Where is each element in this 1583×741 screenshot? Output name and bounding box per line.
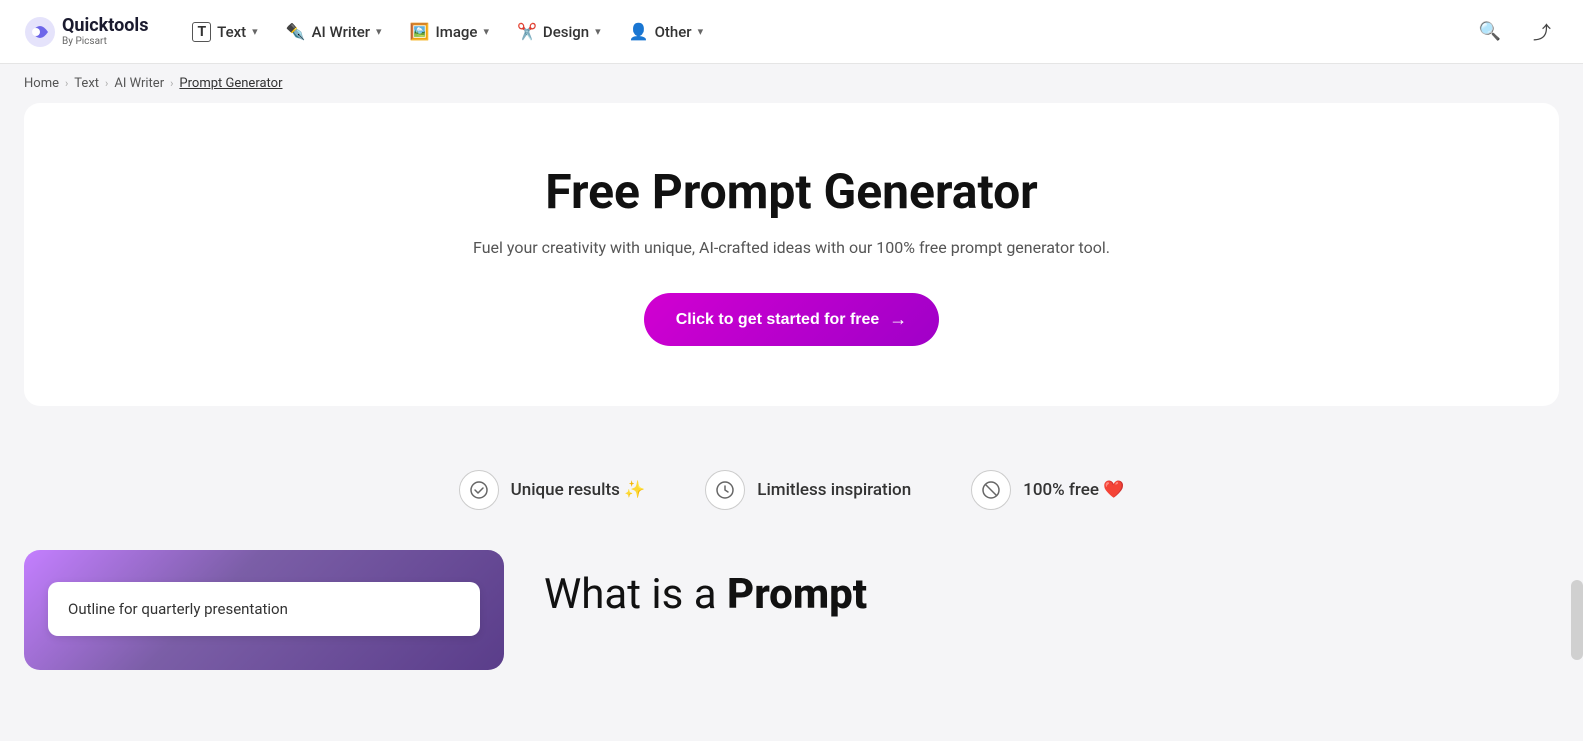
feature-unique-results: Unique results ✨ xyxy=(459,470,646,510)
image-chevron-icon: ▾ xyxy=(483,25,489,38)
what-is-title: What is a Prompt xyxy=(544,570,1559,620)
nav-right: 🔍 ⤴ xyxy=(1471,11,1559,53)
breadcrumb-ai-writer[interactable]: AI Writer xyxy=(114,76,164,91)
search-button[interactable]: 🔍 xyxy=(1471,13,1509,50)
what-is-plain: What is a xyxy=(544,570,727,619)
limitless-inspiration-label: Limitless inspiration xyxy=(757,480,911,500)
nav-item-design[interactable]: ✂️ Design ▾ xyxy=(505,14,613,49)
nav-other-label: Other xyxy=(655,23,692,41)
cta-button[interactable]: Click to get started for free → xyxy=(644,293,940,346)
breadcrumb-prompt-generator: Prompt Generator xyxy=(179,76,282,91)
what-is-bold: Prompt xyxy=(727,570,867,619)
nav-item-image[interactable]: 🖼️ Image ▾ xyxy=(398,14,501,49)
unique-results-icon xyxy=(459,470,499,510)
design-icon: ✂️ xyxy=(517,22,537,41)
free-label: 100% free ❤️ xyxy=(1023,480,1124,500)
hero-title: Free Prompt Generator xyxy=(64,163,1519,220)
logo-icon xyxy=(24,16,56,48)
text-icon: T xyxy=(192,22,211,42)
cta-label: Click to get started for free xyxy=(676,311,880,329)
nav-ai-writer-label: AI Writer xyxy=(312,23,370,41)
ai-writer-icon: ✒️ xyxy=(286,22,306,41)
other-chevron-icon: ▾ xyxy=(698,25,704,38)
nav-image-label: Image xyxy=(436,23,478,41)
bottom-left: Outline for quarterly presentation xyxy=(24,550,504,670)
breadcrumb-sep-2: › xyxy=(105,77,108,90)
breadcrumb-sep-3: › xyxy=(170,77,173,90)
nav-item-text[interactable]: T Text ▾ xyxy=(180,14,269,50)
breadcrumb: Home › Text › AI Writer › Prompt Generat… xyxy=(0,64,1583,103)
breadcrumb-home[interactable]: Home xyxy=(24,76,59,91)
text-chevron-icon: ▾ xyxy=(252,25,258,38)
bottom-right: What is a Prompt xyxy=(544,550,1559,620)
navbar: Quicktools By Picsart T Text ▾ ✒️ AI Wri… xyxy=(0,0,1583,64)
cta-arrow-icon: → xyxy=(889,309,907,330)
feature-free: 100% free ❤️ xyxy=(971,470,1124,510)
feature-limitless-inspiration: Limitless inspiration xyxy=(705,470,911,510)
nav-item-ai-writer[interactable]: ✒️ AI Writer ▾ xyxy=(274,14,394,49)
breadcrumb-sep-1: › xyxy=(65,77,68,90)
logo-link[interactable]: Quicktools By Picsart xyxy=(24,16,148,48)
share-icon: ⤴ xyxy=(1533,23,1551,43)
breadcrumb-text[interactable]: Text xyxy=(74,76,99,91)
logo-name: Quicktools xyxy=(62,16,148,36)
nav-text-label: Text xyxy=(217,23,246,41)
bottom-section: Outline for quarterly presentation What … xyxy=(0,550,1583,670)
logo-sub: By Picsart xyxy=(62,36,148,47)
design-chevron-icon: ▾ xyxy=(595,25,601,38)
features-row: Unique results ✨ Limitless inspiration 1… xyxy=(0,430,1583,550)
free-icon xyxy=(971,470,1011,510)
nav-items: T Text ▾ ✒️ AI Writer ▾ 🖼️ Image ▾ ✂️ De… xyxy=(180,14,1462,50)
search-icon: 🔍 xyxy=(1479,21,1501,41)
image-icon: 🖼️ xyxy=(410,22,430,41)
other-icon: 👤 xyxy=(629,22,649,41)
prompt-input-display[interactable]: Outline for quarterly presentation xyxy=(48,582,480,636)
limitless-inspiration-icon xyxy=(705,470,745,510)
nav-design-label: Design xyxy=(543,23,589,41)
ai-writer-chevron-icon: ▾ xyxy=(376,25,382,38)
gradient-card: Outline for quarterly presentation xyxy=(24,550,504,670)
hero-subtitle: Fuel your creativity with unique, AI-cra… xyxy=(64,238,1519,257)
nav-item-other[interactable]: 👤 Other ▾ xyxy=(617,14,715,49)
hero-section: Free Prompt Generator Fuel your creativi… xyxy=(24,103,1559,406)
share-button[interactable]: ⤴ xyxy=(1525,11,1559,53)
scrollbar[interactable] xyxy=(1571,580,1583,660)
prompt-input-text: Outline for quarterly presentation xyxy=(68,600,288,618)
unique-results-label: Unique results ✨ xyxy=(511,480,646,500)
